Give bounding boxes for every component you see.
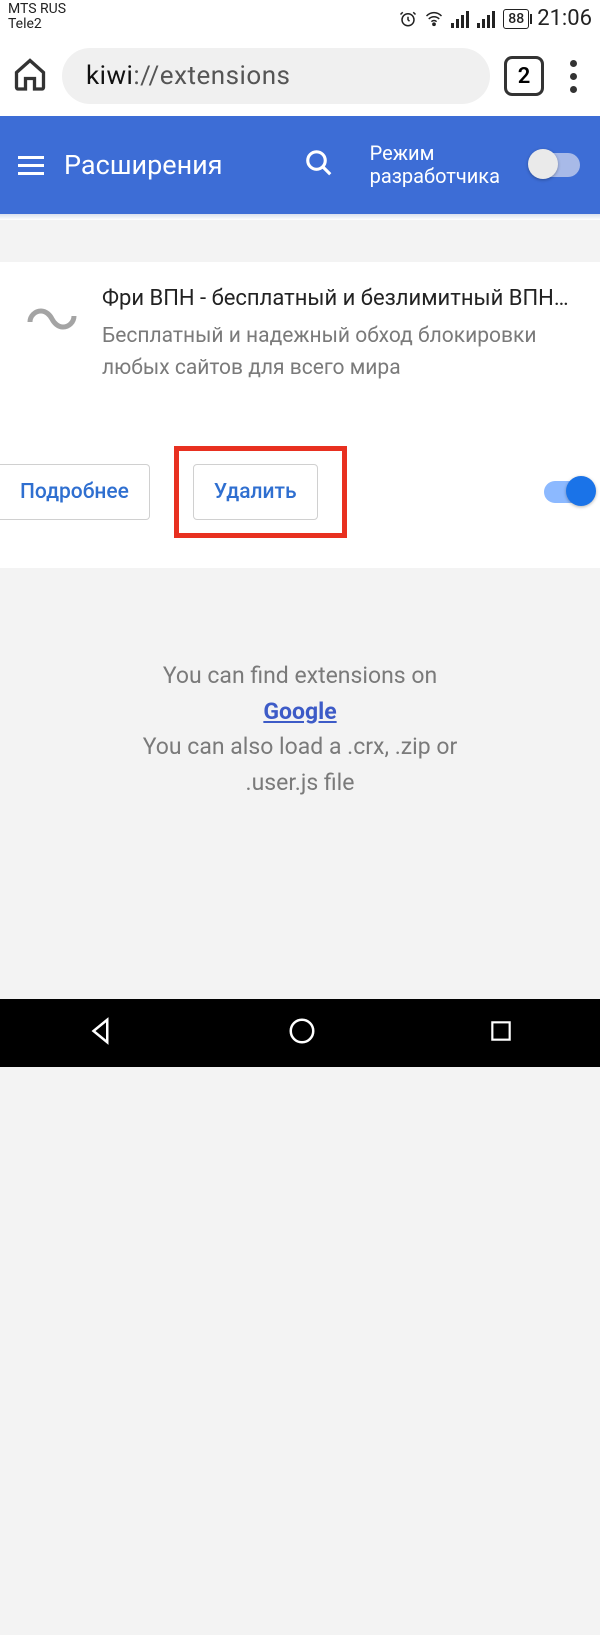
tabs-button[interactable]: 2	[504, 56, 544, 96]
overflow-menu-icon[interactable]	[558, 60, 588, 93]
extension-enable-toggle[interactable]	[544, 481, 586, 503]
url-path: ://extensions	[133, 61, 290, 91]
extension-description: Бесплатный и надежный обход блокировки л…	[102, 321, 580, 384]
footer-area: You can find extensions on Google You ca…	[0, 568, 600, 1635]
google-link[interactable]: Google	[263, 698, 336, 725]
header-shadow	[0, 214, 600, 220]
page-title: Расширения	[64, 149, 223, 181]
wifi-icon	[423, 10, 445, 28]
home-icon[interactable]	[12, 56, 48, 96]
dev-mode-label: Режим разработчика	[370, 142, 500, 188]
extension-title: Фри ВПН - бесплатный и безлимитный ВПН …	[102, 286, 572, 311]
signal-icon-2	[477, 10, 497, 28]
battery-indicator: 88	[503, 9, 529, 29]
delete-button-highlight: Удалить	[174, 446, 347, 538]
carrier-2: Tele2	[8, 17, 66, 32]
spacer	[0, 220, 600, 262]
signal-icon-1	[451, 10, 471, 28]
details-button[interactable]: Подробнее	[0, 464, 150, 520]
browser-toolbar: kiwi://extensions 2	[0, 36, 600, 116]
tab-count-label: 2	[518, 64, 531, 89]
search-icon[interactable]	[304, 148, 334, 182]
extensions-header: Расширения Режим разработчика	[0, 116, 600, 214]
clock: 21:06	[537, 6, 592, 31]
footer-text: You can find extensions on Google You ca…	[0, 658, 600, 801]
nav-back-icon[interactable]	[86, 1016, 116, 1050]
infinity-icon	[20, 286, 80, 384]
nav-recent-icon[interactable]	[488, 1018, 514, 1048]
nav-home-icon[interactable]	[287, 1016, 317, 1050]
alarm-icon	[399, 10, 417, 28]
url-scheme: kiwi	[86, 61, 133, 91]
carrier-label: MTS RUS Tele2	[8, 2, 66, 33]
extension-card: Фри ВПН - бесплатный и безлимитный ВПН ……	[0, 262, 600, 568]
system-nav-bar	[0, 999, 600, 1067]
delete-button[interactable]: Удалить	[193, 464, 318, 520]
status-bar: MTS RUS Tele2 88 21:06	[0, 0, 600, 36]
dev-mode-toggle[interactable]	[530, 153, 580, 177]
url-bar[interactable]: kiwi://extensions	[62, 48, 490, 104]
hamburger-icon[interactable]	[18, 156, 44, 175]
carrier-1: MTS RUS	[8, 2, 66, 17]
